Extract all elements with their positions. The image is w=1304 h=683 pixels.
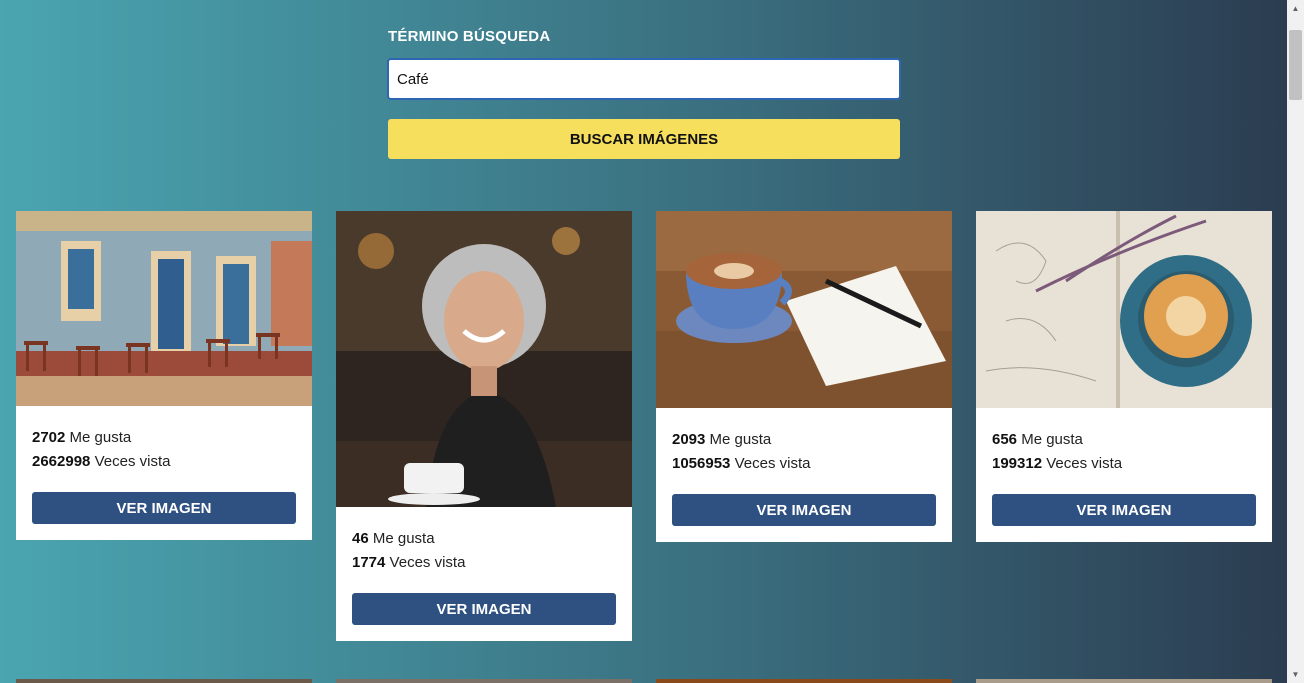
next-row-card-preview: [336, 679, 632, 683]
views-count: 1056953: [672, 455, 731, 472]
views-label: Veces vista: [389, 554, 466, 571]
next-row-card-preview: [656, 679, 952, 683]
view-image-button[interactable]: VER IMAGEN: [32, 492, 296, 524]
image-card: 46 Me gusta 1774 Veces vista VER IMAGEN: [336, 211, 632, 641]
search-input[interactable]: [387, 58, 901, 100]
smiling-woman-coffee-photo: [336, 211, 632, 507]
likes-stat: 2702 Me gusta: [32, 426, 296, 450]
view-image-button[interactable]: VER IMAGEN: [992, 494, 1256, 526]
views-stat: 2662998 Veces vista: [32, 450, 296, 474]
image-card: 2702 Me gusta 2662998 Veces vista VER IM…: [16, 211, 312, 540]
likes-count: 2702: [32, 429, 66, 446]
scroll-thumb[interactable]: [1289, 30, 1302, 100]
vertical-scrollbar[interactable]: ▲ ▼: [1287, 0, 1304, 683]
card-body: 656 Me gusta 199312 Veces vista VER IMAG…: [976, 408, 1272, 542]
image-card: 656 Me gusta 199312 Veces vista VER IMAG…: [976, 211, 1272, 542]
likes-label: Me gusta: [372, 530, 435, 547]
likes-count: 46: [352, 530, 369, 547]
views-label: Veces vista: [1046, 455, 1123, 472]
view-image-button[interactable]: VER IMAGEN: [672, 494, 936, 526]
likes-count: 656: [992, 431, 1018, 448]
likes-stat: 2093 Me gusta: [672, 428, 936, 452]
latte-open-book-photo: [976, 211, 1272, 408]
view-image-button[interactable]: VER IMAGEN: [352, 593, 616, 625]
views-count: 1774: [352, 554, 386, 571]
views-label: Veces vista: [734, 455, 811, 472]
likes-label: Me gusta: [1021, 431, 1083, 448]
likes-stat: 46 Me gusta: [352, 527, 616, 551]
search-button[interactable]: BUSCAR IMÁGENES: [388, 119, 900, 159]
image-card: 2093 Me gusta 1056953 Veces vista VER IM…: [656, 211, 952, 542]
next-row-card-preview: [976, 679, 1272, 683]
views-stat: 199312 Veces vista: [992, 452, 1256, 476]
scroll-up-arrow-icon[interactable]: ▲: [1287, 0, 1304, 17]
card-body: 2093 Me gusta 1056953 Veces vista VER IM…: [656, 408, 952, 542]
search-label: TÉRMINO BÚSQUEDA: [388, 28, 551, 45]
app-main: TÉRMINO BÚSQUEDA BUSCAR IMÁGENES: [0, 0, 1287, 683]
views-label: Veces vista: [94, 453, 171, 470]
next-row-card-preview: [16, 679, 312, 683]
cafe-terrace-photo: [16, 211, 312, 406]
likes-stat: 656 Me gusta: [992, 428, 1256, 452]
likes-count: 2093: [672, 431, 706, 448]
views-count: 199312: [992, 455, 1043, 472]
card-body: 2702 Me gusta 2662998 Veces vista VER IM…: [16, 406, 312, 540]
scroll-down-arrow-icon[interactable]: ▼: [1287, 666, 1304, 683]
views-stat: 1774 Veces vista: [352, 551, 616, 575]
likes-label: Me gusta: [709, 431, 772, 448]
card-body: 46 Me gusta 1774 Veces vista VER IMAGEN: [336, 507, 632, 641]
coffee-cup-notebook-photo: [656, 211, 952, 408]
views-count: 2662998: [32, 453, 91, 470]
views-stat: 1056953 Veces vista: [672, 452, 936, 476]
likes-label: Me gusta: [69, 429, 132, 446]
